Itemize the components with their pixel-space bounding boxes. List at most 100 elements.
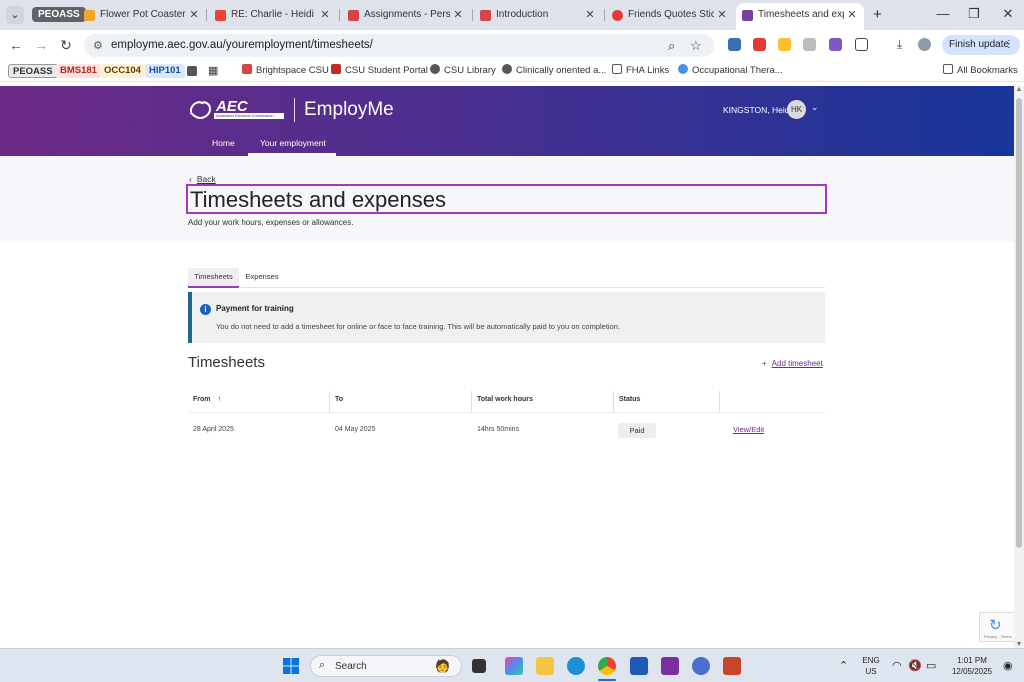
bookmark-clinically-oriented[interactable]: Clinically oriented a... (502, 64, 606, 78)
tab-assignments[interactable]: Assignments - Person ✕ (348, 4, 464, 26)
add-timesheet-link[interactable]: + Add timesheet (762, 359, 823, 368)
onenote-icon[interactable] (661, 657, 679, 675)
notification-icon[interactable]: ◉ (1003, 659, 1013, 672)
tab-friends-quotes[interactable]: Friends Quotes Sticke ✕ (612, 4, 728, 26)
recaptcha-badge[interactable]: ↻ Privacy - Terms (979, 612, 1014, 642)
bookmark-square-icon[interactable] (187, 66, 197, 76)
close-tab-icon[interactable]: ✕ (584, 4, 596, 26)
bookmark-group-occ104[interactable]: OCC104 (100, 64, 145, 78)
close-window-icon[interactable]: ✕ (1000, 5, 1016, 23)
file-explorer-icon[interactable] (536, 657, 554, 675)
back-arrow-icon[interactable]: ← (8, 37, 24, 53)
tab-expenses[interactable]: Expenses (241, 268, 283, 288)
address-bar[interactable]: ⚙ employme.aec.gov.au/youremployment/tim… (84, 34, 714, 57)
edge-icon[interactable] (567, 657, 585, 675)
powerpoint-icon[interactable] (723, 657, 741, 675)
zoom-search-icon[interactable]: ⌕ (668, 38, 675, 54)
new-tab-button[interactable]: + (873, 6, 882, 24)
taskbar-search[interactable]: ⌕ Search 🧑 (310, 655, 462, 677)
tab-group-chip[interactable]: PEOASS (32, 7, 86, 22)
close-tab-icon[interactable]: ✕ (452, 4, 464, 26)
scroll-thumb[interactable] (1016, 98, 1022, 548)
maximize-window-icon[interactable]: ❐ (966, 5, 982, 23)
notice-title: Payment for training (216, 304, 294, 313)
windows-start-icon[interactable] (282, 657, 300, 675)
scroll-up-arrow-icon[interactable]: ▲ (1015, 86, 1023, 93)
download-icon[interactable]: ⤓ (893, 38, 906, 51)
back-link[interactable]: ‹ Back (189, 174, 216, 184)
bookmark-fha-links[interactable]: FHA Links (612, 64, 669, 78)
app-circle-icon[interactable] (692, 657, 710, 675)
tab-introduction[interactable]: Introduction ✕ (480, 4, 596, 26)
view-edit-link[interactable]: View/Edit (733, 419, 764, 441)
extension-translate-icon[interactable] (728, 38, 741, 51)
url-text[interactable]: employme.aec.gov.au/youremployment/times… (111, 39, 373, 51)
bookmark-group-bms181[interactable]: BMS181 (56, 64, 101, 78)
csu-favicon-icon (331, 64, 341, 74)
region-code: US (865, 667, 877, 676)
logo-divider (294, 98, 295, 122)
bookmark-label: Brightspace CSU (256, 65, 329, 76)
scroll-down-arrow-icon[interactable]: ▼ (1015, 641, 1023, 648)
extensions-puzzle-icon[interactable] (855, 38, 868, 51)
language-indicator[interactable]: ENG US (860, 655, 882, 677)
profile-avatar-icon[interactable] (918, 38, 931, 51)
site-info-icon[interactable]: ⚙ (93, 39, 103, 52)
tab-separator (604, 9, 605, 21)
tab-flower-pot[interactable]: Flower Pot Coaster Se ✕ (84, 4, 200, 26)
add-timesheet-label: Add timesheet (771, 359, 823, 368)
tab-title: Flower Pot Coaster Se (100, 9, 186, 20)
bookmark-csu-library[interactable]: CSU Library (430, 64, 496, 78)
battery-icon[interactable]: ▭ (926, 659, 936, 672)
task-view-icon[interactable] (472, 659, 486, 673)
clock[interactable]: 1:01 PM 12/05/2025 (947, 655, 997, 677)
copilot-icon[interactable] (505, 657, 523, 675)
tab-timesheets-active[interactable]: Timesheets and expe ✕ (736, 3, 864, 30)
bookmark-label: Occupational Thera... (692, 65, 783, 76)
column-to: To (330, 391, 472, 413)
wifi-icon[interactable]: ◠ (892, 659, 902, 672)
all-bookmarks[interactable]: All Bookmarks (943, 64, 1018, 78)
chrome-icon[interactable] (598, 657, 616, 675)
close-tab-icon[interactable]: ✕ (846, 3, 858, 27)
close-tab-icon[interactable]: ✕ (716, 4, 728, 26)
extension-yellow-icon[interactable] (778, 38, 791, 51)
bookmark-occupational-therapy[interactable]: Occupational Thera... (678, 64, 783, 78)
cell-from: 28 April 2025 (193, 426, 234, 433)
extension-red-icon[interactable] (753, 38, 766, 51)
extension-grey-icon[interactable] (803, 38, 816, 51)
csu-favicon-icon (348, 10, 359, 21)
finish-update-button[interactable]: Finish update ⋮ (942, 35, 1020, 55)
column-from[interactable]: From ↑ (188, 391, 330, 413)
forward-arrow-icon[interactable]: → (33, 37, 49, 53)
minimize-window-icon[interactable]: — (935, 5, 951, 23)
extension-purple-icon[interactable] (829, 38, 842, 51)
tab-search-chevron-icon[interactable]: ⌄ (6, 6, 24, 24)
training-notice: i Payment for training You do not need t… (188, 292, 825, 343)
brand-name[interactable]: EmployMe (304, 99, 394, 121)
close-tab-icon[interactable]: ✕ (188, 4, 200, 26)
tab-email[interactable]: RE: Charlie - Heidi Kin ✕ (215, 4, 331, 26)
reload-icon[interactable]: ↻ (58, 37, 74, 53)
user-name[interactable]: KINGSTON, Heidi (723, 105, 791, 115)
table-row: 28 April 2025 04 May 2025 14hrs 50mins P… (188, 419, 825, 441)
bookmark-brightspace[interactable]: Brightspace CSU (242, 64, 329, 78)
chevron-down-icon[interactable]: ⌄ (811, 102, 819, 113)
bookmark-student-portal[interactable]: CSU Student Portal (331, 64, 428, 78)
recaptcha-icon: ↻ (989, 617, 1002, 634)
bookmark-group-hip101[interactable]: HIP101 (145, 64, 185, 78)
bookmark-group-peoass[interactable]: PEOASS (8, 64, 58, 78)
nav-your-employment[interactable]: Your employment (260, 138, 326, 148)
user-avatar[interactable]: HK (787, 100, 806, 119)
speaker-muted-icon[interactable]: 🔇 (908, 659, 922, 672)
site-header: AEC Australian Electoral Commission Empl… (0, 86, 1014, 156)
page-scrollbar[interactable]: ▲ ▼ (1014, 86, 1024, 648)
close-tab-icon[interactable]: ✕ (319, 4, 331, 26)
bookmark-star-icon[interactable]: ☆ (690, 38, 702, 54)
apps-grid-icon[interactable]: ▦ (208, 64, 218, 78)
nav-home[interactable]: Home (212, 138, 235, 148)
tab-timesheets[interactable]: Timesheets (188, 268, 239, 288)
word-icon[interactable] (630, 657, 648, 675)
table-header: From ↑ To Total work hours Status (188, 391, 825, 413)
chevron-up-icon[interactable]: ⌃ (839, 659, 848, 672)
